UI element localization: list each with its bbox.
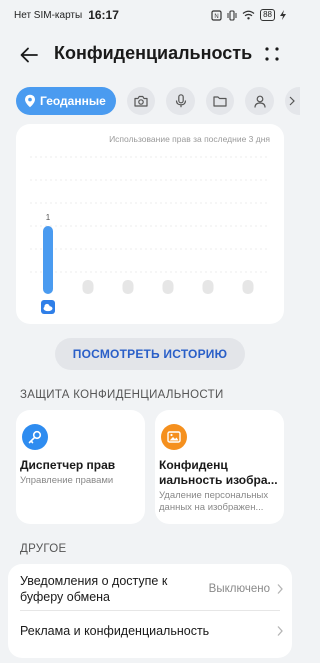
card-subtitle: Управление правами: [20, 475, 114, 486]
image-icon: [167, 431, 181, 443]
card-subtitle: Удаление персональных данных на изображе…: [159, 490, 269, 513]
filter-location-chip[interactable]: Геоданные: [16, 87, 116, 115]
filter-microphone-chip[interactable]: [166, 87, 195, 115]
section-title-privacy: ЗАЩИТА КОНФИДЕНЦИАЛЬНОСТИ: [20, 389, 224, 401]
chart-bar-label: 1: [46, 213, 51, 222]
svg-text:N: N: [214, 14, 218, 20]
filter-camera-chip[interactable]: [126, 87, 156, 115]
chart-bar-empty: [242, 280, 254, 294]
filter-folder-chip[interactable]: [205, 87, 235, 115]
nfc-icon: N: [211, 9, 222, 21]
view-history-button[interactable]: ПОСМОТРЕТЬ ИСТОРИЮ: [55, 338, 245, 370]
list-item-ads-privacy[interactable]: Реклама и конфиденциальность: [20, 616, 284, 646]
clock: 16:17: [88, 8, 119, 22]
other-settings-list: Уведомления о доступе к буферу обмена Вы…: [8, 564, 292, 658]
chart-bar: [43, 226, 53, 294]
carrier-label: Нет SIM-карты: [14, 9, 83, 21]
usage-chart: 1: [30, 156, 270, 314]
more-dots-icon: [265, 47, 279, 61]
microphone-icon: [175, 94, 186, 108]
more-options-button[interactable]: [262, 43, 282, 65]
chart-bar-empty: [162, 280, 174, 294]
back-button[interactable]: [16, 42, 42, 68]
filter-location-label: Геоданные: [40, 94, 106, 108]
contacts-icon: [253, 95, 266, 108]
status-icons: N 88: [211, 9, 286, 21]
page-title: Конфиденциальность: [54, 43, 253, 63]
chevron-right-icon: [277, 626, 283, 636]
camera-icon: [134, 95, 148, 107]
folder-icon: [213, 96, 227, 107]
usage-chart-card: Использование прав за последние 3 дня 1: [16, 124, 284, 324]
status-bar: Нет SIM-карты 16:17 N 88: [0, 0, 300, 30]
chart-bar-empty: [202, 280, 214, 294]
key-icon: [28, 430, 42, 444]
chart-bar-empty: [82, 280, 94, 294]
list-item-value: Выключено: [208, 583, 270, 595]
list-item-label: Реклама и конфиденциальность: [20, 624, 210, 638]
list-item-clipboard-notifications[interactable]: Уведомления о доступе к буферу обмена Вы…: [20, 571, 284, 607]
chevron-right-icon: [277, 584, 283, 594]
image-privacy-icon-badge: [161, 424, 187, 450]
charging-icon: [280, 10, 286, 20]
permission-filter-bar: Геоданные: [16, 86, 301, 116]
card-title: Диспетчер прав: [20, 458, 116, 472]
chart-bar-empty: [122, 280, 134, 294]
divider: [20, 610, 280, 611]
weather-cloud-shape: [44, 303, 50, 310]
arrow-left-icon: [20, 47, 38, 63]
card-title: Конфиденц иальность изобра...: [159, 458, 278, 487]
vibrate-icon: [227, 9, 237, 21]
filter-contacts-chip[interactable]: [245, 87, 274, 115]
chevron-right-icon: [289, 96, 296, 106]
battery-indicator: 88: [260, 9, 275, 21]
app-header: Конфиденциальность: [0, 38, 300, 70]
location-pin-icon: [25, 94, 35, 108]
image-privacy-card[interactable]: Конфиденц иальность изобра... Удаление п…: [155, 410, 284, 524]
wifi-icon: [242, 10, 255, 20]
permission-manager-card[interactable]: Диспетчер прав Управление правами: [16, 410, 145, 524]
list-item-label: Уведомления о доступе к буферу обмена: [20, 574, 168, 604]
filter-scroll-right[interactable]: [284, 87, 301, 115]
section-title-other: ДРУГОЕ: [20, 543, 67, 555]
permission-manager-icon-badge: [22, 424, 48, 450]
